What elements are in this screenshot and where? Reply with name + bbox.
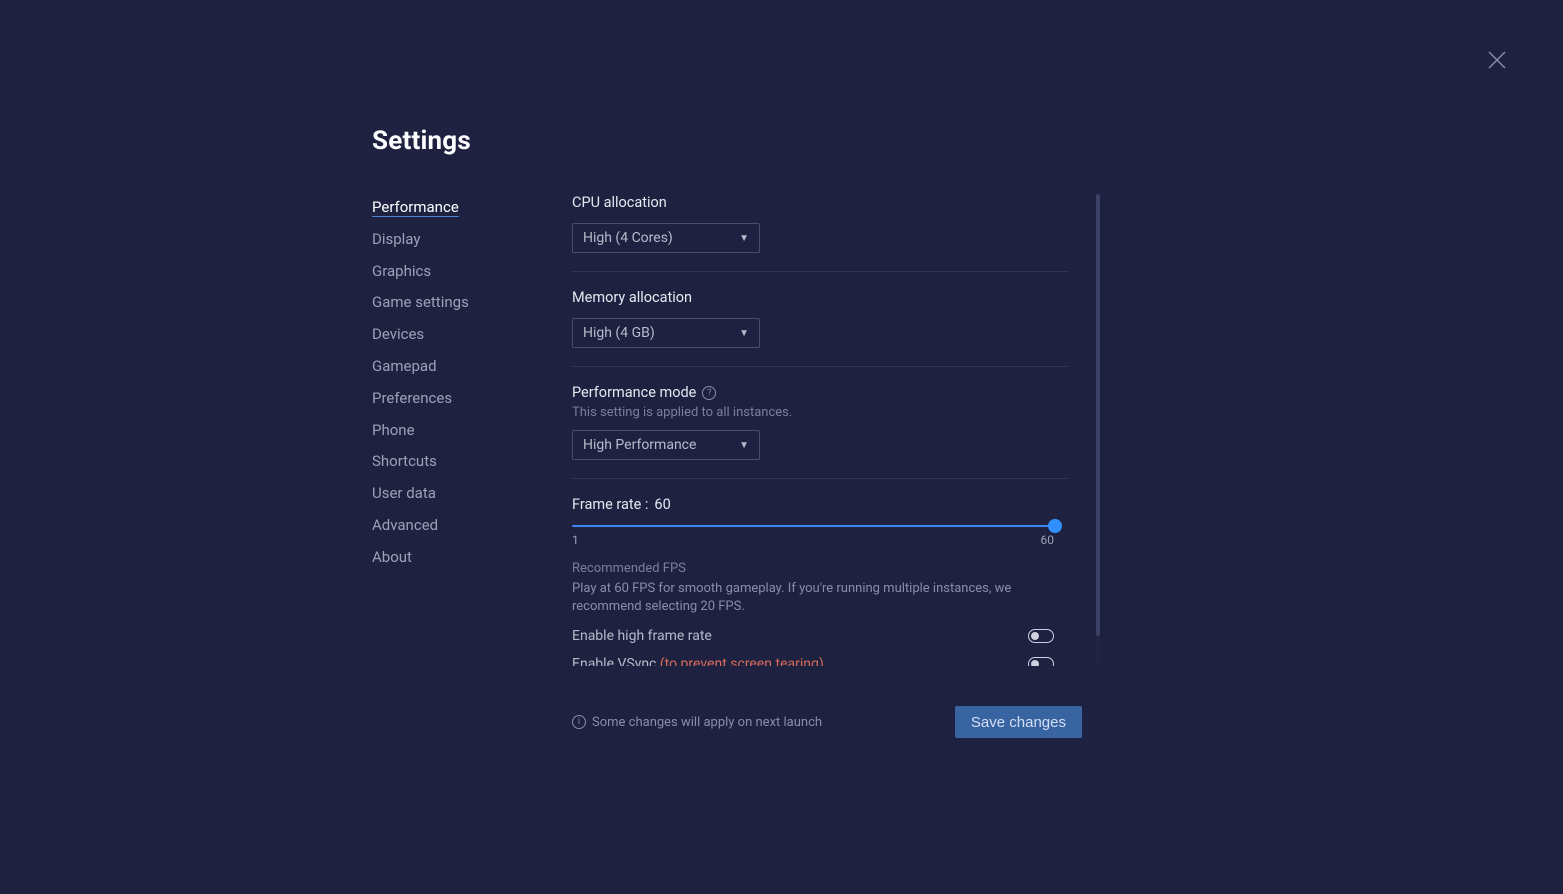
divider <box>572 366 1068 367</box>
sidebar-item-gamepad[interactable]: Gamepad <box>372 357 572 375</box>
high-frame-rate-label: Enable high frame rate <box>572 628 712 644</box>
close-icon <box>1485 48 1509 72</box>
frame-rate-label: Frame rate : 60 <box>572 496 1068 513</box>
toggle-knob <box>1031 660 1039 666</box>
performance-mode-value: High Performance <box>583 437 696 453</box>
memory-allocation-select[interactable]: High (4 GB) ▼ <box>572 318 760 348</box>
sidebar-item-devices[interactable]: Devices <box>372 325 572 343</box>
cpu-allocation-select[interactable]: High (4 Cores) ▼ <box>572 223 760 253</box>
sidebar-item-phone[interactable]: Phone <box>372 421 572 439</box>
performance-mode-sub: This setting is applied to all instances… <box>572 405 1068 420</box>
settings-sidebar: Performance Display Graphics Game settin… <box>372 194 572 738</box>
performance-mode-label: Performance mode ? <box>572 384 1068 401</box>
vsync-label-a: Enable VSync <box>572 656 660 666</box>
frame-rate-prefix: Frame rate : <box>572 496 648 513</box>
chevron-down-icon: ▼ <box>739 440 749 451</box>
cpu-allocation-label: CPU allocation <box>572 194 1068 211</box>
chevron-down-icon: ▼ <box>739 233 749 244</box>
sidebar-item-display[interactable]: Display <box>372 230 572 248</box>
sidebar-item-shortcuts[interactable]: Shortcuts <box>372 452 572 470</box>
cpu-allocation-value: High (4 Cores) <box>583 230 673 246</box>
page-title: Settings <box>372 126 1092 156</box>
recommended-fps-desc: Play at 60 FPS for smooth gameplay. If y… <box>572 580 1054 616</box>
vsync-label-b: (to prevent screen tearing) <box>660 656 824 666</box>
scrollbar[interactable] <box>1096 194 1100 666</box>
launch-note-text: Some changes will apply on next launch <box>592 715 822 730</box>
frame-rate-max: 60 <box>1041 533 1055 547</box>
performance-mode-label-text: Performance mode <box>572 384 696 401</box>
settings-panel: CPU allocation High (4 Cores) ▼ Memory a… <box>572 194 1092 666</box>
close-button[interactable] <box>1485 48 1509 72</box>
sidebar-item-preferences[interactable]: Preferences <box>372 389 572 407</box>
scrollbar-thumb[interactable] <box>1096 194 1100 636</box>
slider-thumb[interactable] <box>1048 519 1062 533</box>
high-frame-rate-toggle[interactable] <box>1028 629 1054 643</box>
frame-rate-min: 1 <box>572 533 579 547</box>
divider <box>572 271 1068 272</box>
vsync-toggle[interactable] <box>1028 657 1054 666</box>
divider <box>572 478 1068 479</box>
sidebar-item-user-data[interactable]: User data <box>372 484 572 502</box>
sidebar-item-game-settings[interactable]: Game settings <box>372 293 572 311</box>
launch-note: i Some changes will apply on next launch <box>572 715 822 730</box>
memory-allocation-value: High (4 GB) <box>583 325 655 341</box>
memory-allocation-label: Memory allocation <box>572 289 1068 306</box>
sidebar-item-graphics[interactable]: Graphics <box>372 262 572 280</box>
chevron-down-icon: ▼ <box>739 328 749 339</box>
sidebar-item-performance[interactable]: Performance <box>372 198 572 216</box>
recommended-fps-title: Recommended FPS <box>572 561 1068 576</box>
save-changes-button[interactable]: Save changes <box>955 706 1082 738</box>
info-icon[interactable]: ? <box>702 386 716 400</box>
sidebar-item-about[interactable]: About <box>372 548 572 566</box>
frame-rate-slider[interactable] <box>572 525 1054 527</box>
frame-rate-value: 60 <box>654 496 670 513</box>
info-icon: i <box>572 715 586 729</box>
toggle-knob <box>1031 632 1039 640</box>
vsync-label: Enable VSync (to prevent screen tearing) <box>572 656 824 666</box>
performance-mode-select[interactable]: High Performance ▼ <box>572 430 760 460</box>
sidebar-item-advanced[interactable]: Advanced <box>372 516 572 534</box>
